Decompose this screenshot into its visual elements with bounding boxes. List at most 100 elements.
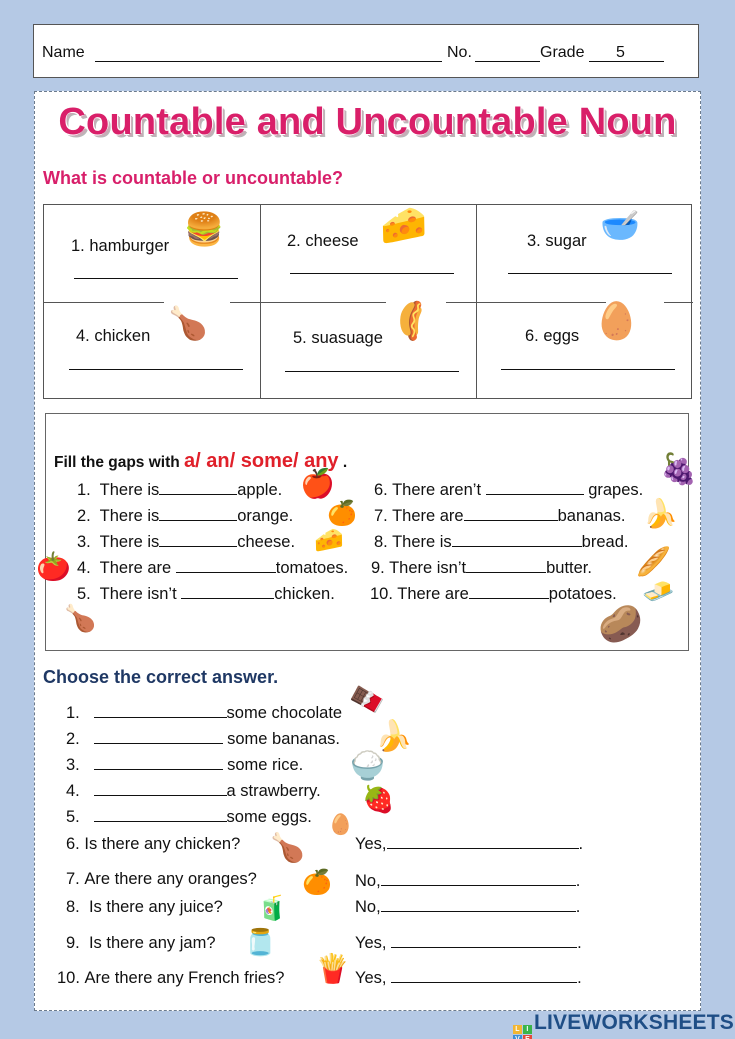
answer-blank[interactable]: [463, 507, 558, 521]
orange-icon: 🍊: [327, 500, 357, 527]
apple-icon: 🍎: [300, 468, 335, 499]
answer-blank[interactable]: [69, 369, 243, 370]
answer-blank[interactable]: [380, 898, 576, 912]
item-text: There is: [99, 481, 160, 499]
answer-blank[interactable]: [391, 934, 578, 948]
answer-blank[interactable]: [93, 808, 227, 822]
eggs-icon: 🥚: [594, 300, 639, 341]
item-text: bananas.: [557, 507, 626, 525]
item-text: some bananas.: [227, 730, 340, 748]
noun-label: 1. hamburger: [71, 237, 170, 255]
item-text: bread.: [581, 533, 629, 551]
french-fries-icon: 🍟: [315, 953, 350, 984]
item-number: 1.: [77, 481, 91, 499]
answer-line: Yes, .: [355, 969, 582, 987]
answer-blank[interactable]: [159, 533, 238, 547]
answer-line: Yes, .: [355, 934, 582, 952]
student-info-box: Name No. Grade 5: [33, 24, 699, 78]
item-text: apple.: [237, 481, 283, 499]
heading-suffix: .: [342, 454, 348, 471]
question-text: Is there any chicken?: [84, 835, 241, 853]
question-item: 6. Is there any chicken?: [66, 835, 240, 854]
table-divider: [230, 302, 386, 303]
answer-blank[interactable]: [466, 559, 547, 573]
item-number: 9.: [66, 934, 80, 952]
juice-icon: 🧃: [257, 895, 287, 922]
item-text: There is: [99, 507, 160, 525]
item-text: There are: [392, 507, 464, 525]
butter-icon: 🧈: [642, 576, 675, 606]
answer-blank[interactable]: [380, 872, 576, 886]
liveworksheets-logo[interactable]: L I V E LIVEWORKSHEETS: [513, 1011, 734, 1039]
sugar-bowl-icon: 🥣: [600, 207, 640, 243]
name-field[interactable]: [95, 61, 442, 62]
item-text: a strawberry.: [226, 782, 321, 800]
fill-item: 6. There aren’t grapes.: [374, 481, 643, 500]
noun-table: 1. hamburger 🍔 2. cheese 🧀 3. sugar 🥣 4.…: [43, 204, 693, 399]
item-number: 3.: [66, 756, 80, 774]
table-divider: [44, 302, 164, 303]
item-text: tomatoes.: [275, 559, 349, 577]
answer-blank[interactable]: [175, 559, 276, 573]
answer-blank[interactable]: [485, 481, 584, 495]
item-number: 8.: [374, 533, 388, 551]
answer-blank[interactable]: [451, 533, 582, 547]
item-number: 2.: [77, 507, 91, 525]
answer-prefix: No,: [355, 872, 381, 890]
answer-prefix: Yes,: [355, 934, 392, 952]
answer-blank[interactable]: [159, 507, 238, 521]
answer-blank[interactable]: [93, 730, 223, 744]
item-text: butter.: [546, 559, 592, 577]
question-item: 8. Is there any juice?: [66, 898, 223, 917]
grade-field[interactable]: [589, 61, 664, 62]
choose-item: 1. some chocolate: [66, 704, 342, 723]
answer-blank[interactable]: [74, 278, 238, 279]
choose-item: 2. some bananas.: [66, 730, 340, 749]
answer-blank[interactable]: [93, 704, 227, 718]
question-text: Is there any jam?: [84, 934, 216, 952]
answer-blank[interactable]: [501, 369, 675, 370]
question-item: 7. Are there any oranges?: [66, 870, 257, 889]
question-item: 9. Is there any jam?: [66, 934, 216, 953]
answer-prefix: Yes,: [355, 969, 392, 987]
answer-blank[interactable]: [93, 782, 227, 796]
table-divider: [446, 302, 606, 303]
section3-heading: Choose the correct answer.: [43, 667, 279, 687]
answer-blank[interactable]: [468, 585, 549, 599]
answer-blank[interactable]: [508, 273, 672, 274]
number-field[interactable]: [475, 61, 540, 62]
answer-prefix: No,: [355, 898, 381, 916]
logo-badge-icon: L I V E: [513, 1025, 532, 1039]
item-number: 10.: [57, 969, 80, 987]
choose-item: 5. some eggs.: [66, 808, 312, 827]
item-number: 7.: [374, 507, 388, 525]
answer-blank[interactable]: [285, 371, 459, 372]
roast-chicken-icon: 🍗: [168, 305, 208, 341]
item-text: There isn’t: [99, 585, 182, 603]
item-text: orange.: [237, 507, 294, 525]
answer-blank[interactable]: [386, 835, 579, 849]
noun-label: 4. chicken: [76, 327, 151, 345]
item-number: 10.: [370, 585, 393, 603]
item-number: 6.: [66, 835, 80, 853]
noun-label: 2. cheese: [287, 232, 359, 250]
answer-line: Yes,.: [355, 835, 584, 853]
item-text: cheese.: [237, 533, 296, 551]
page-title: Countable and Uncountable Noun: [58, 101, 677, 143]
item-number: 3.: [77, 533, 91, 551]
bananas-icon: 🍌: [643, 498, 678, 529]
orange-icon: 🍊: [302, 869, 332, 896]
number-label: No.: [447, 44, 472, 61]
item-number: 4.: [66, 782, 80, 800]
item-number: 5.: [66, 808, 80, 826]
name-label: Name: [42, 44, 85, 61]
answer-blank[interactable]: [181, 585, 275, 599]
answer-blank[interactable]: [93, 756, 223, 770]
item-text: some rice.: [227, 756, 304, 774]
bananas-icon: 🍌: [375, 720, 413, 753]
item-number: 1.: [66, 704, 80, 722]
answer-blank[interactable]: [391, 969, 578, 983]
answer-blank[interactable]: [290, 273, 454, 274]
answer-blank[interactable]: [159, 481, 238, 495]
fill-item: 2. There is orange.: [77, 507, 293, 526]
